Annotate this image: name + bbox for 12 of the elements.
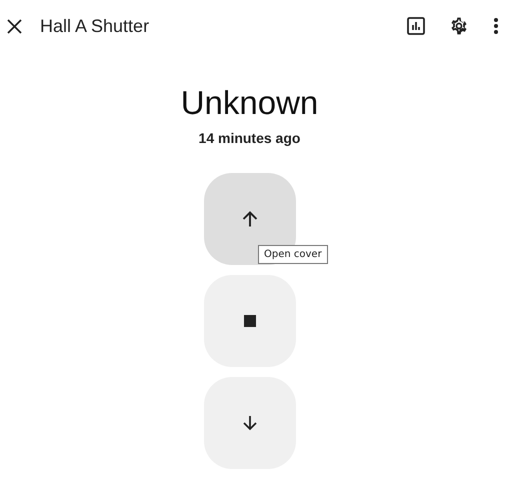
down-arrow-icon bbox=[243, 415, 257, 431]
bar-chart-icon[interactable] bbox=[407, 17, 425, 35]
last-changed-time: 14 minutes ago bbox=[198, 129, 302, 148]
up-arrow-icon bbox=[242, 210, 258, 228]
close-icon[interactable] bbox=[7, 18, 22, 34]
stop-icon bbox=[244, 315, 256, 327]
up-arrow-button[interactable] bbox=[204, 173, 296, 265]
more-options-icon[interactable] bbox=[493, 17, 499, 35]
state-value: Unknown bbox=[180, 83, 318, 123]
dialog-title: Hall A Shutter bbox=[40, 16, 150, 36]
tooltip: Open cover bbox=[258, 245, 328, 264]
settings-icon[interactable] bbox=[449, 16, 469, 36]
